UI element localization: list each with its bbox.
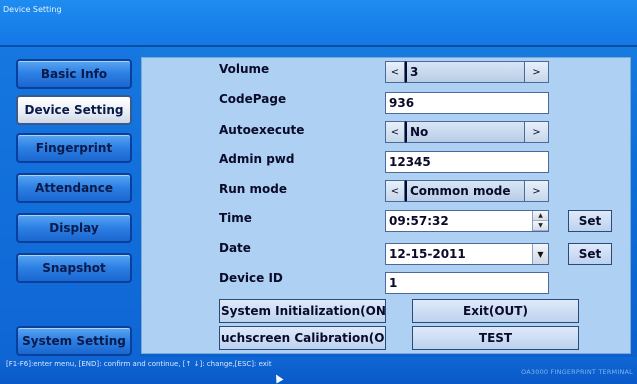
date-label: Date — [219, 241, 251, 255]
time-updown[interactable]: ▲ ▼ — [532, 211, 548, 231]
admin-pwd-label: Admin pwd — [219, 152, 295, 166]
run-mode-prev-button[interactable]: < — [385, 180, 405, 202]
volume-label: Volume — [219, 62, 270, 76]
device-id-label: Device ID — [219, 271, 283, 285]
nav-basic-info-button[interactable]: Basic Info — [16, 59, 132, 89]
test-button[interactable]: TEST — [412, 326, 579, 350]
chevron-down-icon[interactable]: ▼ — [532, 244, 548, 264]
run-mode-next-button[interactable]: > — [524, 180, 549, 202]
volume-value: 3 — [405, 61, 524, 83]
touchscreen-calibration-button[interactable]: uchscreen Calibration(OF — [219, 326, 386, 350]
date-value: 12-15-2011 — [389, 247, 466, 261]
autoexecute-value: No — [405, 121, 524, 143]
window-title: Device Setting — [3, 5, 62, 14]
time-input[interactable]: 09:57:32 ▲ ▼ — [385, 210, 549, 232]
date-select[interactable]: 12-15-2011 ▼ — [385, 243, 549, 265]
nav-attendance-button[interactable]: Attendance — [16, 173, 132, 203]
time-label: Time — [219, 211, 252, 225]
run-mode-spinner: < Common mode > — [385, 180, 549, 202]
autoexecute-spinner: < No > — [385, 121, 549, 143]
time-down-icon[interactable]: ▼ — [533, 221, 548, 231]
autoexecute-label: Autoexecute — [219, 123, 305, 137]
status-bar: [F1-F6]:enter menu, [END]: confirm and c… — [0, 357, 637, 384]
status-hint: [F1-F6]:enter menu, [END]: confirm and c… — [6, 360, 272, 368]
brand-label: OA3000 FINGERPRINT TERMINAL — [521, 368, 633, 376]
codepage-input[interactable]: 936 — [385, 92, 549, 114]
nav-fingerprint-button[interactable]: Fingerprint — [16, 133, 132, 163]
volume-next-button[interactable]: > — [524, 61, 549, 83]
admin-pwd-input[interactable]: 12345 — [385, 151, 549, 173]
autoexecute-next-button[interactable]: > — [524, 121, 549, 143]
nav-system-setting-button[interactable]: System Setting — [16, 326, 132, 356]
time-up-icon[interactable]: ▲ — [533, 211, 548, 221]
nav-snapshot-button[interactable]: Snapshot — [16, 253, 132, 283]
exit-button[interactable]: Exit(OUT) — [412, 299, 579, 323]
codepage-label: CodePage — [219, 92, 287, 106]
time-value: 09:57:32 — [389, 214, 449, 228]
autoexecute-prev-button[interactable]: < — [385, 121, 405, 143]
volume-prev-button[interactable]: < — [385, 61, 405, 83]
volume-spinner: < 3 > — [385, 61, 549, 83]
title-bar: Device Setting — [0, 0, 637, 47]
nav-device-setting-button[interactable]: Device Setting — [16, 95, 132, 125]
date-set-button[interactable]: Set — [568, 243, 612, 265]
run-mode-value: Common mode — [405, 180, 524, 202]
time-set-button[interactable]: Set — [568, 210, 612, 232]
system-initialization-button[interactable]: System Initialization(ON) — [219, 299, 386, 323]
device-id-input[interactable]: 1 — [385, 272, 549, 294]
nav-display-button[interactable]: Display — [16, 213, 132, 243]
run-mode-label: Run mode — [219, 182, 287, 196]
